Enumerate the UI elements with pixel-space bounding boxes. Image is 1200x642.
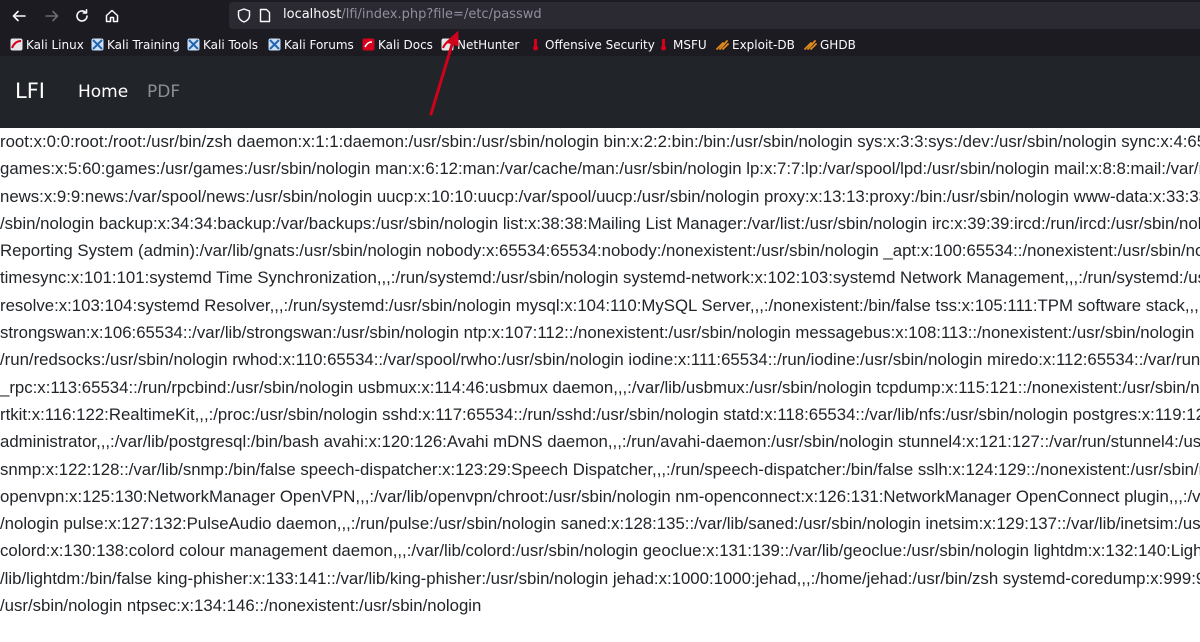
- home-button[interactable]: [100, 4, 124, 28]
- kali-icon: [268, 38, 281, 51]
- nav-link-home[interactable]: Home: [78, 82, 128, 102]
- bookmark-label: Exploit-DB: [732, 37, 795, 52]
- passwd-line: /nologin pulse:x:127:132:PulseAudio daem…: [0, 514, 1200, 534]
- url-bar[interactable]: localhost/lfi/index.php?file=/etc/passwd: [229, 2, 1200, 29]
- bookmark-label: NetHunter: [457, 37, 520, 52]
- nav-link-pdf[interactable]: PDF: [147, 82, 180, 102]
- navbar-brand[interactable]: LFI: [15, 79, 45, 103]
- url-path: /lfi/index.php?file=/etc/passwd: [341, 7, 542, 22]
- kali-icon: [441, 38, 454, 51]
- passwd-line: /lib/lightdm:/bin/false king-phisher:x:1…: [0, 568, 1200, 588]
- kali-docs-icon: [362, 38, 375, 51]
- passwd-line: /usr/sbin/nologin ntpsec:x:134:146::/non…: [0, 596, 482, 616]
- reload-button[interactable]: [70, 4, 94, 28]
- arrow-right-icon: [45, 10, 59, 22]
- arrow-left-icon: [12, 10, 26, 22]
- bookmark-ghdb[interactable]: GHDB: [804, 36, 856, 53]
- kali-icon: [187, 38, 200, 51]
- passwd-line: snmp:x:122:128::/var/lib/snmp:/bin/false…: [0, 459, 1200, 479]
- passwd-line: /sbin/nologin backup:x:34:34:backup:/var…: [0, 213, 1200, 233]
- passwd-line: administrator,,,:/var/lib/postgresql:/bi…: [0, 432, 1200, 452]
- passwd-line: resolve:x:103:104:systemd Resolver,,,:/r…: [0, 295, 1200, 315]
- bookmark-label: Kali Docs: [378, 37, 433, 52]
- passwd-line: openvpn:x:125:130:NetworkManager OpenVPN…: [0, 486, 1200, 506]
- bookmark-label: Kali Tools: [203, 37, 259, 52]
- bookmark-label: Offensive Security: [545, 37, 655, 52]
- bookmark-label: Kali Forums: [284, 37, 354, 52]
- bookmark-label: Kali Training: [107, 37, 180, 52]
- bookmark-nethunter[interactable]: NetHunter: [441, 36, 519, 53]
- forward-button[interactable]: [40, 4, 64, 28]
- passwd-line: rtkit:x:116:122:RealtimeKit,,,:/proc:/us…: [0, 404, 1200, 424]
- bookmark-exploit-db[interactable]: Exploit-DB: [716, 36, 795, 53]
- passwd-line: /run/redsocks:/usr/sbin/nologin rwhod:x:…: [0, 350, 1200, 370]
- kali-icon: [10, 38, 23, 51]
- browser-toolbar: localhost/lfi/index.php?file=/etc/passwd: [0, 0, 1200, 32]
- offsec-icon: [657, 38, 670, 51]
- file-contents: root:x:0:0:root:/root:/usr/bin/zsh daemo…: [0, 128, 1200, 642]
- bookmark-label: GHDB: [820, 37, 856, 52]
- exploit-db-icon: [716, 38, 729, 51]
- bookmark-kali-forums[interactable]: Kali Forums: [268, 36, 354, 53]
- page-icon[interactable]: [259, 8, 271, 27]
- passwd-line: news:x:9:9:news:/var/spool/news:/usr/sbi…: [0, 186, 1200, 206]
- bookmark-kali-docs[interactable]: Kali Docs: [362, 36, 433, 53]
- bookmark-msfu[interactable]: MSFU: [657, 36, 707, 53]
- bookmarks-bar: Kali Linux Kali Training Kali Tools Kali…: [0, 32, 1200, 56]
- url-host: localhost: [283, 7, 342, 22]
- passwd-line: games:x:5:60:games:/usr/games:/usr/sbin/…: [0, 159, 1200, 179]
- passwd-line: _rpc:x:113:65534::/run/rpcbind:/usr/sbin…: [0, 377, 1200, 397]
- bookmark-kali-tools[interactable]: Kali Tools: [187, 36, 258, 53]
- bookmark-kali-linux[interactable]: Kali Linux: [10, 36, 84, 53]
- site-navbar: LFI Home PDF: [0, 56, 1200, 128]
- bookmark-label: MSFU: [673, 37, 707, 52]
- back-button[interactable]: [7, 4, 31, 28]
- exploit-db-icon: [804, 38, 817, 51]
- bookmark-label: Kali Linux: [26, 37, 84, 52]
- passwd-line: strongswan:x:106:65534::/var/lib/strongs…: [0, 323, 1200, 343]
- bookmark-offensive-security[interactable]: Offensive Security: [529, 36, 655, 53]
- url-text[interactable]: localhost/lfi/index.php?file=/etc/passwd: [283, 7, 542, 22]
- kali-icon: [91, 38, 104, 51]
- reload-icon: [76, 9, 88, 22]
- bookmark-kali-training[interactable]: Kali Training: [91, 36, 180, 53]
- shield-icon[interactable]: [237, 8, 251, 27]
- passwd-line: root:x:0:0:root:/root:/usr/bin/zsh daemo…: [0, 132, 1200, 151]
- passwd-line: Reporting System (admin):/var/lib/gnats:…: [0, 241, 1200, 261]
- passwd-line: timesync:x:101:101:systemd Time Synchron…: [0, 268, 1200, 288]
- passwd-line: colord:x:130:138:colord colour managemen…: [0, 541, 1200, 561]
- home-icon: [105, 9, 119, 23]
- offsec-icon: [529, 38, 542, 51]
